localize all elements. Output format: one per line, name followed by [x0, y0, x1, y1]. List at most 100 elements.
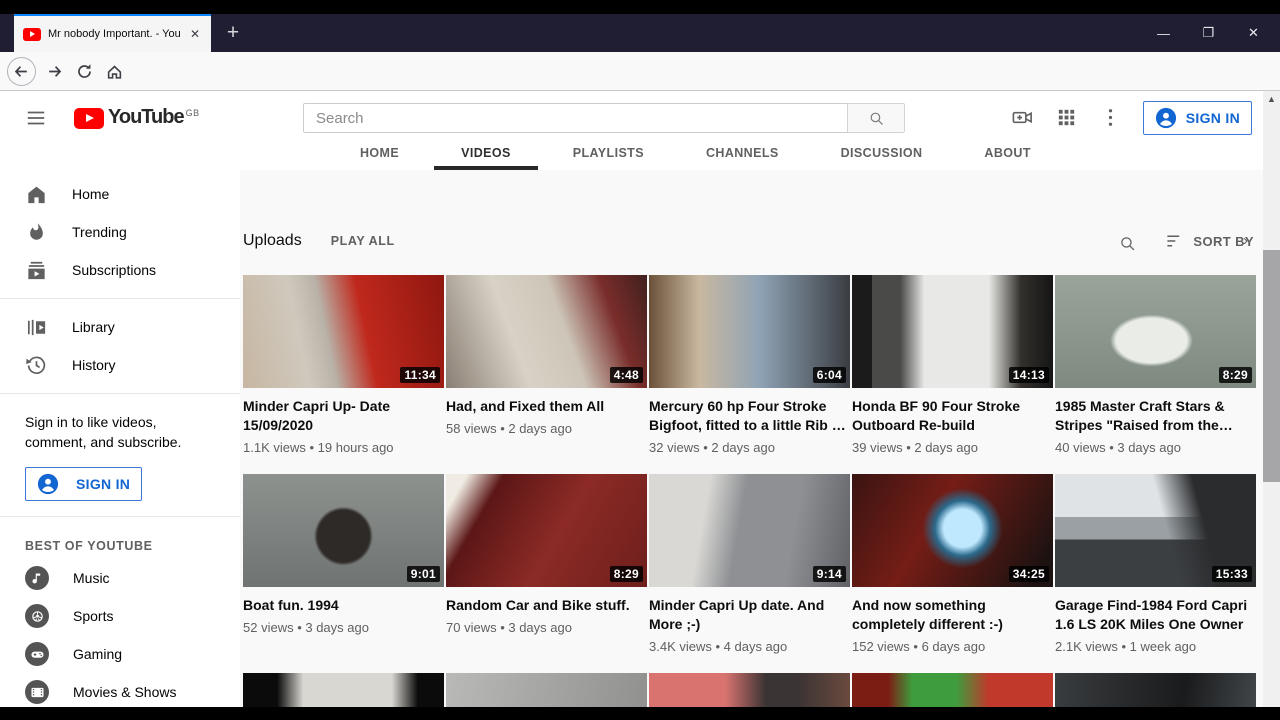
sidebar-item[interactable]: Subscriptions [0, 251, 240, 289]
sidebar-item[interactable]: Library [0, 308, 240, 346]
sign-in-label: SIGN IN [76, 476, 131, 492]
video-card[interactable]: 8:29 Random Car and Bike stuff. 70 views… [446, 474, 647, 660]
video-card[interactable]: 9:14 Minder Capri Up date. And More ;-) … [649, 474, 850, 660]
video-thumbnail[interactable]: 11:34 [243, 275, 444, 388]
scrollbar-up-arrow[interactable]: ▲ [1263, 91, 1280, 107]
sidebar-item-label: History [72, 357, 116, 373]
video-card[interactable] [446, 673, 647, 707]
sidebar-sign-in-button[interactable]: SIGN IN [25, 467, 143, 501]
video-title[interactable]: And now something completely different :… [852, 596, 1053, 634]
channel-tab[interactable]: CHANNELS [679, 144, 806, 170]
channel-tab[interactable]: DISCUSSION [814, 144, 950, 170]
video-thumbnail[interactable]: 9:01 [243, 474, 444, 587]
video-thumbnail[interactable] [852, 673, 1053, 707]
scrollbar-thumb[interactable] [1263, 250, 1280, 482]
play-all-button[interactable]: PLAY ALL [331, 234, 395, 248]
sidebar-item[interactable]: Home [0, 175, 240, 213]
video-thumbnail[interactable]: 8:29 [1055, 275, 1256, 388]
video-card[interactable]: 11:34 Minder Capri Up- Date 15/09/2020 1… [243, 275, 444, 461]
sports-icon [25, 604, 49, 628]
video-card[interactable] [243, 673, 444, 707]
duration-badge: 34:25 [1008, 566, 1049, 582]
video-card[interactable]: 14:13 Honda BF 90 Four Stroke Outboard R… [852, 275, 1053, 461]
sidebar-item[interactable]: Movies & Shows [0, 673, 240, 707]
sort-by-button[interactable]: SORT BY [1165, 233, 1254, 249]
minimize-button[interactable]: — [1141, 14, 1186, 52]
tab-close-icon[interactable]: ✕ [188, 27, 202, 41]
video-thumbnail[interactable]: 6:04 [649, 275, 850, 388]
video-card[interactable]: 15:33 Garage Find-1984 Ford Capri 1.6 LS… [1055, 474, 1256, 660]
video-thumbnail[interactable]: 8:29 [446, 474, 647, 587]
video-meta: 3.4K views • 4 days ago [649, 639, 788, 654]
sidebar-item[interactable]: History [0, 346, 240, 384]
video-card[interactable]: 8:29 1985 Master Craft Stars & Stripes "… [1055, 275, 1256, 461]
video-title[interactable]: Boat fun. 1994 [243, 596, 444, 615]
video-card[interactable]: 9:01 Boat fun. 1994 52 views • 3 days ag… [243, 474, 444, 660]
back-button[interactable] [7, 56, 36, 86]
video-thumbnail[interactable]: 15:33 [1055, 474, 1256, 587]
page-scrollbar[interactable]: ▲ [1263, 91, 1280, 707]
video-card[interactable] [649, 673, 850, 707]
sidebar-item-label: Home [72, 186, 110, 202]
video-title[interactable]: Random Car and Bike stuff. [446, 596, 647, 615]
browser-titlebar: Mr nobody Important. - YouTu ✕ + — ❐ ✕ [0, 14, 1280, 52]
video-title[interactable]: Mercury 60 hp Four Stroke Bigfoot, fitte… [649, 397, 850, 435]
restore-button[interactable]: ❐ [1186, 14, 1231, 52]
youtube-logo[interactable]: YouTube GB [74, 106, 200, 129]
channel-tab[interactable]: ABOUT [957, 144, 1057, 170]
more-options-icon[interactable] [1099, 106, 1122, 129]
forward-button[interactable] [39, 56, 69, 86]
apps-grid-icon[interactable] [1055, 106, 1078, 129]
channel-tab[interactable]: HOME [333, 144, 426, 170]
history-icon [25, 354, 48, 377]
video-title[interactable]: 1985 Master Craft Stars & Stripes "Raise… [1055, 397, 1256, 435]
video-title[interactable]: Minder Capri Up date. And More ;-) [649, 596, 850, 634]
video-thumbnail[interactable]: 4:48 [446, 275, 647, 388]
person-icon [1155, 107, 1176, 128]
sidebar-item[interactable]: Music [0, 559, 240, 597]
video-card[interactable] [852, 673, 1053, 707]
search-input[interactable] [303, 103, 847, 133]
browser-tab[interactable]: Mr nobody Important. - YouTu ✕ [14, 14, 211, 52]
close-button[interactable]: ✕ [1231, 14, 1276, 52]
video-card[interactable]: 4:48 Had, and Fixed them All 58 views • … [446, 275, 647, 461]
divider [0, 516, 240, 517]
video-thumbnail[interactable] [446, 673, 647, 707]
sidebar-item[interactable]: Sports [0, 597, 240, 635]
video-title[interactable]: Honda BF 90 Four Stroke Outboard Re-buil… [852, 397, 1053, 435]
search-button[interactable] [847, 103, 905, 133]
videos-main: Uploads PLAY ALL SORT BY 11:34 Minder Ca… [240, 170, 1280, 707]
uploads-header-row: Uploads PLAY ALL SORT BY [243, 232, 1254, 250]
library-icon [25, 316, 48, 339]
video-thumbnail[interactable]: 9:14 [649, 474, 850, 587]
video-thumbnail[interactable]: 14:13 [852, 275, 1053, 388]
video-grid: 11:34 Minder Capri Up- Date 15/09/2020 1… [243, 275, 1280, 707]
region-code: GB [185, 107, 200, 118]
video-thumbnail[interactable] [1055, 673, 1256, 707]
sidebar-item-label: Subscriptions [72, 262, 157, 278]
video-title[interactable]: Garage Find-1984 Ford Capri 1.6 LS 20K M… [1055, 596, 1256, 634]
sidebar-item[interactable]: Gaming [0, 635, 240, 673]
duration-badge: 15:33 [1211, 566, 1252, 582]
divider [0, 393, 240, 394]
create-video-icon[interactable] [1011, 106, 1034, 129]
reload-button[interactable] [69, 56, 99, 86]
video-thumbnail[interactable] [243, 673, 444, 707]
new-tab-button[interactable]: + [216, 14, 250, 52]
person-icon [37, 473, 59, 495]
video-card[interactable]: 6:04 Mercury 60 hp Four Stroke Bigfoot, … [649, 275, 850, 461]
video-card[interactable] [1055, 673, 1256, 707]
sidebar-item[interactable]: Trending [0, 213, 240, 251]
video-thumbnail[interactable]: 34:25 [852, 474, 1053, 587]
video-card[interactable]: 34:25 And now something completely diffe… [852, 474, 1053, 660]
guide-menu-icon[interactable] [25, 107, 47, 129]
channel-tab[interactable]: PLAYLISTS [546, 144, 671, 170]
video-title[interactable]: Minder Capri Up- Date 15/09/2020 [243, 397, 444, 435]
video-title[interactable]: Had, and Fixed them All [446, 397, 647, 416]
home-button[interactable] [99, 56, 129, 86]
sort-icon [1167, 235, 1180, 247]
channel-tab[interactable]: VIDEOS [434, 144, 538, 170]
video-thumbnail[interactable] [649, 673, 850, 707]
duration-badge: 4:48 [609, 367, 643, 383]
header-sign-in-button[interactable]: SIGN IN [1142, 100, 1252, 135]
